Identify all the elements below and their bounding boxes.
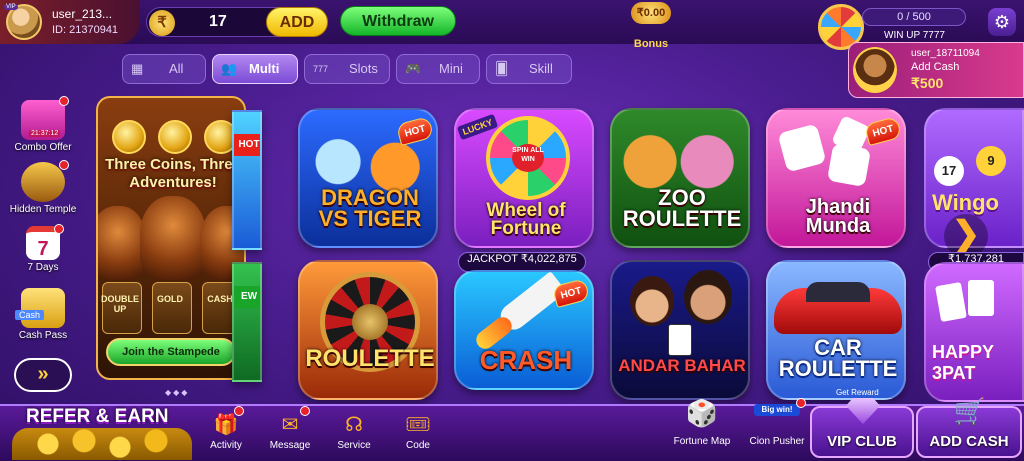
card-avatar [853, 47, 897, 93]
balance-value: 17 [209, 13, 227, 30]
sidebar-item-cash-pass[interactable]: Cash Cash Pass [0, 288, 86, 341]
recent-deposit-card: user_18711094 Add Cash ₹500 [848, 42, 1024, 98]
vip-progress: 0 / 500 [862, 8, 966, 26]
coin-pusher-button[interactable]: Big win! Cion Pusher [740, 398, 814, 447]
game-tile-happy-3patti[interactable]: HAPPY 3PAT [924, 262, 1024, 402]
expand-arrow-button[interactable]: » [14, 358, 72, 392]
notification-dot [54, 224, 64, 234]
nav-message[interactable]: ✉ Message [260, 406, 320, 451]
nav-service[interactable]: ☊ Service [324, 412, 384, 451]
bison-icon [98, 206, 146, 280]
shopping-cart-icon: 🛒 [953, 396, 987, 426]
game-tile-partial[interactable]: EW [232, 262, 262, 382]
get-reward-label: Get Reward [836, 388, 879, 397]
tab-slots[interactable]: 777 Slots [304, 54, 390, 84]
game-tile-zoo-roulette[interactable]: ZOO ROULETTE [610, 108, 750, 248]
username: user_213... [52, 7, 113, 21]
card-icon [935, 282, 967, 322]
fortune-map-button[interactable]: 🎲 Fortune Map [664, 400, 740, 447]
carousel-dots: ◆◆◆ [165, 388, 190, 397]
headset-icon: ☊ [345, 414, 363, 436]
treasure-chest-icon [21, 160, 69, 202]
coin-stack-icon: Cash [15, 288, 65, 328]
roulette-wheel-icon [300, 262, 436, 398]
card-amount: ₹500 [911, 75, 944, 91]
sidebar-item-hidden-temple[interactable]: Hidden Temple [0, 160, 86, 215]
jackpot-banner: JACKPOT ₹4,022,875 [458, 252, 586, 272]
bonus-label: Bonus [633, 38, 669, 50]
add-cash-button[interactable]: 🛒 ADD CASH [916, 396, 1022, 458]
game-tile-andar-bahar[interactable]: ANDAR BAHAR [610, 260, 750, 400]
game-tile-car-roulette[interactable]: CAR ROULETTE [766, 260, 906, 400]
skill-cards-icon: 🂠 [495, 61, 509, 76]
promo-banner[interactable]: Three Coins, Three Adventures! DOUBLE UP… [96, 96, 246, 380]
nav-code[interactable]: 🎟 Code [388, 412, 448, 451]
bonus-amount: ₹0.00 [631, 2, 671, 24]
card-action: Add Cash [911, 61, 960, 73]
card-username: user_18711094 [911, 48, 980, 59]
coin-pile-icon [12, 428, 192, 460]
game-tile-dragon-vs-tiger[interactable]: DRAGON VS TIGER HOT [298, 108, 438, 248]
vip-tag: VIP [4, 4, 18, 10]
join-stampede-button[interactable]: Join the Stampede [106, 338, 236, 366]
gamepad-icon: 🎮 [405, 61, 422, 76]
ticket-icon: 🎟 [405, 414, 431, 436]
promo-title: Three Coins, Three Adventures! [105, 156, 241, 191]
sidebar-item-combo-offer[interactable]: 21:37:12 Combo Offer [0, 96, 86, 153]
barrel-icon [152, 282, 192, 334]
coin-pusher-icon: Big win! [754, 398, 806, 434]
calendar-7-icon: 7 [26, 224, 64, 260]
game-tile-wheel-of-fortune[interactable]: SPIN ALL WIN LUCKY Wheel of Fortune [454, 108, 594, 248]
vip-club-button[interactable]: VIP CLUB [810, 398, 914, 458]
offer-timer: 21:37:12 [29, 130, 61, 137]
withdraw-button[interactable]: Withdraw [340, 6, 456, 36]
tab-mini[interactable]: 🎮 Mini [396, 54, 480, 84]
envelope-icon: ✉ [276, 406, 310, 438]
coins-icon [108, 120, 238, 154]
add-button[interactable]: ADD [266, 7, 328, 37]
players-icon [612, 262, 748, 398]
game-tile-crash[interactable]: CRASH HOT [454, 270, 594, 390]
sidebar-item-7-days[interactable]: 7 7 Days [0, 224, 86, 273]
bison-icon [140, 196, 206, 280]
notification-dot [59, 96, 69, 106]
tab-skill[interactable]: 🂠 Skill [486, 54, 572, 84]
grid-icon: ▦ [131, 61, 144, 76]
notification-dot [59, 160, 69, 170]
game-tile-jhandi-munda[interactable]: Jhandi Munda HOT [766, 108, 906, 248]
users-icon: 👥 [221, 61, 238, 76]
nav-activity[interactable]: 🎁 Activity [196, 406, 256, 451]
tab-all[interactable]: ▦ All [122, 54, 206, 84]
slot-777-icon: 777 [313, 64, 329, 74]
game-tile-roulette[interactable]: ROULETTE [298, 260, 438, 400]
bonus-button[interactable]: ₹0.00 Bonus [626, 2, 676, 54]
win-up-label: WIN UP 7777 [884, 30, 945, 41]
diamond-icon [846, 398, 880, 424]
gear-icon[interactable]: ⚙ [988, 8, 1016, 36]
dice-map-icon: 🎲 [685, 398, 719, 428]
profile-panel[interactable]: VIP user_213... ID: 21370941 [0, 0, 140, 44]
tab-multi[interactable]: 👥 Multi [212, 54, 298, 84]
gift-icon: 🎁 [212, 406, 244, 438]
rupee-coin-icon: ₹ [149, 10, 175, 36]
game-tile-partial[interactable]: HOT [232, 110, 262, 250]
card-icon [968, 280, 994, 316]
user-id: ID: 21370941 [52, 24, 119, 36]
refer-earn-button[interactable]: REFER & EARN [8, 404, 192, 461]
gift-box-icon: 21:37:12 [21, 96, 69, 140]
